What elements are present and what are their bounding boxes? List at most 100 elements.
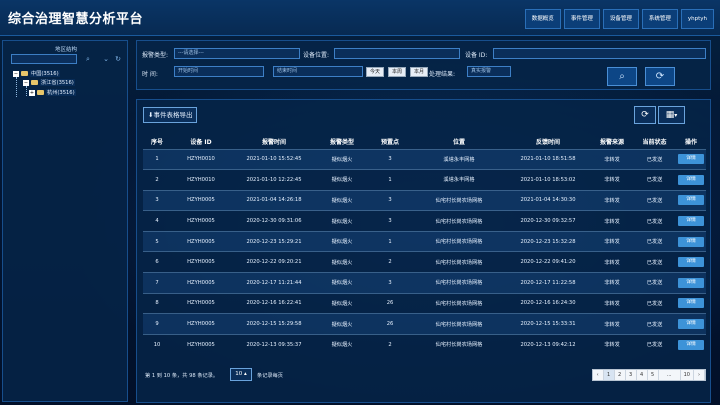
- table-row[interactable]: 3 HZYH0005 2021-01-04 14:26:18 疑似烟火 3 仙宅村长岗农场…: [143, 189, 706, 211]
- table-row[interactable]: 10 HZYH0005 2020-12-13 09:35:37 疑似烟火 2 仙宅村长岗农…: [143, 333, 706, 355]
- page-button[interactable]: 10: [681, 370, 694, 380]
- page-button[interactable]: 4: [637, 370, 648, 380]
- tree-node-china[interactable]: − 中国(3516): [13, 69, 60, 78]
- prev-page-button[interactable]: ‹: [593, 370, 604, 380]
- detail-button[interactable]: 详情: [678, 319, 704, 330]
- tree-node-hangzhou[interactable]: + 杭州(3516): [29, 88, 76, 97]
- today-button[interactable]: 今天: [366, 67, 384, 77]
- start-time-input[interactable]: 开始时间: [174, 66, 264, 77]
- table-row[interactable]: 6 HZYH0005 2020-12-22 09:20:21 疑似烟火 2 仙宅村长岗农场…: [143, 251, 706, 273]
- tree-node-zhejiang[interactable]: − 浙江省(3516): [23, 78, 75, 87]
- table-cell: 2021-01-10 18:51:58: [505, 148, 591, 170]
- table-cell: 仙宅村长岗农场网格: [413, 313, 505, 335]
- export-label: 事件表格导出: [153, 111, 193, 119]
- detail-button[interactable]: 详情: [678, 298, 704, 309]
- table-row[interactable]: 8 HZYH0005 2020-12-16 16:22:41 疑似烟火 26 仙宅村长岗农…: [143, 292, 706, 314]
- table-cell: 疑似烟火: [317, 292, 367, 314]
- detail-button[interactable]: 详情: [678, 195, 704, 206]
- table-cell: 2020-12-23 15:29:21: [231, 230, 317, 252]
- detail-button[interactable]: 详情: [678, 277, 704, 288]
- next-page-button[interactable]: ›: [694, 370, 705, 380]
- filter-panel: 报警类型: ---请选择--- 设备位置: 设备 ID: 时 间: 开始时间 结…: [136, 40, 711, 90]
- device-id-label: 设备 ID:: [465, 52, 488, 59]
- column-header[interactable]: 操作: [676, 134, 706, 149]
- column-header[interactable]: 报警类型: [317, 134, 367, 149]
- table-cell-action: 详情: [676, 210, 706, 232]
- top-nav: 数据概览 事件管理 设备管理 系统管理 yhptyh: [522, 9, 714, 29]
- column-header[interactable]: 预置点: [367, 134, 413, 149]
- nav-user-menu[interactable]: yhptyh: [680, 9, 714, 29]
- page-button[interactable]: 1: [603, 370, 615, 380]
- column-header[interactable]: 位置: [413, 134, 505, 149]
- detail-button[interactable]: 详情: [678, 236, 704, 247]
- table-row[interactable]: 4 HZYH0005 2020-12-30 09:31:06 疑似烟火 3 仙宅村长岗农场…: [143, 210, 706, 232]
- detail-button[interactable]: 详情: [678, 216, 704, 227]
- table-cell: 1: [367, 230, 413, 252]
- collapse-icon[interactable]: −: [13, 70, 19, 77]
- column-header[interactable]: 报警来源: [591, 134, 633, 149]
- nav-device-management[interactable]: 设备管理: [602, 9, 639, 29]
- page-button[interactable]: 2: [615, 370, 626, 380]
- table-cell: 2020-12-13 09:42:12: [505, 333, 591, 355]
- column-header[interactable]: 当前状态: [633, 134, 676, 149]
- table-cell: 疑似烟火: [317, 313, 367, 335]
- table-cell: 2020-12-22 09:20:21: [231, 251, 317, 273]
- detail-button[interactable]: 详情: [678, 257, 704, 268]
- export-table-button[interactable]: ⬇事件表格导出: [143, 107, 198, 123]
- table-cell: 仙宅村长岗农场网格: [413, 272, 505, 294]
- app-title: 综合治理智慧分析平台: [8, 12, 144, 27]
- end-time-input[interactable]: 结束时间: [273, 66, 363, 77]
- column-header[interactable]: 报警时间: [231, 134, 317, 149]
- table-cell: 疑似烟火: [317, 210, 367, 232]
- nav-system-management[interactable]: 系统管理: [641, 9, 678, 29]
- detail-button[interactable]: 详情: [678, 154, 704, 165]
- tree-connector: [26, 86, 27, 96]
- result-select[interactable]: 真实报警: [467, 66, 511, 77]
- page-button[interactable]: 5: [648, 370, 659, 380]
- table-row[interactable]: 1 HZYH0010 2021-01-10 15:52:45 疑似烟火 3 溪塔永丰网格 2…: [143, 148, 706, 170]
- reset-button[interactable]: ⟳: [645, 67, 675, 86]
- table-cell: 2020-12-17 11:22:58: [505, 272, 591, 294]
- tree-node-label[interactable]: 浙江省(3516): [40, 79, 75, 86]
- table-row[interactable]: 5 HZYH0005 2020-12-23 15:29:21 疑似烟火 1 仙宅村长岗农场…: [143, 230, 706, 252]
- column-header[interactable]: 反馈时间: [505, 134, 591, 149]
- expand-icon[interactable]: +: [29, 89, 35, 96]
- refresh-icon[interactable]: ↻: [113, 54, 123, 64]
- caret-down-icon: ▾: [674, 112, 678, 119]
- table-cell: 溪塔永丰网格: [413, 169, 505, 191]
- search-button[interactable]: ⌕: [607, 67, 637, 86]
- table-row[interactable]: 2 HZYH0010 2021-01-10 12:22:45 疑似烟火 1 溪塔永丰网格 2…: [143, 169, 706, 191]
- table-cell: 3: [367, 210, 413, 232]
- nav-event-management[interactable]: 事件管理: [563, 9, 600, 29]
- table-cell-action: 详情: [676, 230, 706, 252]
- columns-toggle-button[interactable]: ▦▾: [658, 106, 685, 124]
- tree-node-label[interactable]: 中国(3516): [30, 70, 60, 77]
- refresh-table-button[interactable]: ⟳: [634, 106, 656, 124]
- collapse-icon[interactable]: −: [23, 79, 29, 86]
- alarm-type-select[interactable]: ---请选择---: [174, 48, 300, 59]
- table-row[interactable]: 9 HZYH0005 2020-12-15 15:29:58 疑似烟火 26 仙宅村长岗农…: [143, 313, 706, 335]
- table-cell: 已发送: [633, 230, 676, 252]
- page-button[interactable]: 3: [626, 370, 637, 380]
- chevron-down-icon[interactable]: ⌄: [101, 54, 111, 64]
- device-location-input[interactable]: [334, 48, 460, 59]
- detail-button[interactable]: 详情: [678, 339, 704, 350]
- detail-button[interactable]: 详情: [678, 174, 704, 185]
- table-cell: 3: [367, 272, 413, 294]
- this-month-button[interactable]: 本月: [410, 67, 428, 77]
- table-cell: 非转发: [591, 251, 633, 273]
- search-icon[interactable]: ⌕: [83, 54, 93, 64]
- column-header[interactable]: 序号: [143, 134, 171, 149]
- nav-data-overview[interactable]: 数据概览: [524, 9, 561, 29]
- page-size-select[interactable]: 10 ▴: [230, 368, 252, 381]
- region-search-input[interactable]: [11, 54, 77, 64]
- table-cell: 疑似烟火: [317, 189, 367, 211]
- table-cell: 已发送: [633, 333, 676, 355]
- tree-node-label[interactable]: 杭州(3516): [46, 89, 76, 96]
- table-cell: HZYH0005: [171, 230, 231, 252]
- table-cell-action: 详情: [676, 148, 706, 170]
- column-header[interactable]: 设备 ID: [171, 134, 231, 149]
- device-id-input[interactable]: [493, 48, 706, 59]
- table-row[interactable]: 7 HZYH0005 2020-12-17 11:21:44 疑似烟火 3 仙宅村长岗农场…: [143, 272, 706, 294]
- this-week-button[interactable]: 本周: [388, 67, 406, 77]
